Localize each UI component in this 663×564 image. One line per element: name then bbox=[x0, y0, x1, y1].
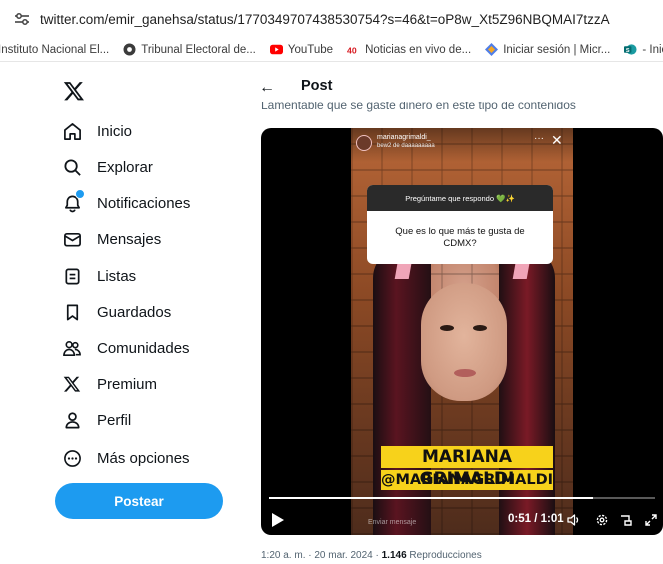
bookmark-label: YouTube bbox=[287, 43, 334, 56]
bookmark-tribunal[interactable]: Tribunal Electoral de... bbox=[123, 43, 256, 56]
nav-label: Inicio bbox=[97, 122, 133, 140]
settings-icon[interactable] bbox=[594, 512, 610, 528]
nav-perfil[interactable]: Perfil bbox=[62, 405, 131, 435]
question-sticker: Pregúntame que respondo 💚✨ Que es lo que… bbox=[367, 185, 553, 264]
bookmark-instituto[interactable]: Instituto Nacional El... bbox=[0, 44, 109, 56]
nav-label: Premium bbox=[97, 375, 158, 393]
sharepoint-icon: S bbox=[624, 43, 637, 56]
nav-mensajes[interactable]: Mensajes bbox=[62, 224, 161, 254]
hair-right bbox=[499, 248, 555, 535]
nav-label: Explorar bbox=[97, 158, 153, 176]
story-header: marianagrimaldi_ bew2 de daaaaaaaaa ··· … bbox=[351, 128, 573, 162]
play-icon[interactable] bbox=[271, 512, 285, 533]
nav-explorar[interactable]: Explorar bbox=[62, 152, 153, 182]
home-icon bbox=[62, 121, 82, 141]
bookmark-label: Iniciar sesión | Micr... bbox=[503, 43, 611, 56]
bookmark-label: - Inicio bbox=[642, 43, 663, 56]
nav-guardados[interactable]: Guardados bbox=[62, 297, 171, 327]
bookmark-sharepoint[interactable]: S - Inicio bbox=[624, 43, 663, 56]
communities-icon bbox=[62, 338, 82, 358]
left-nav: Inicio Explorar Notificaciones Mensajes … bbox=[0, 63, 245, 564]
nav-label: Guardados bbox=[97, 303, 172, 321]
back-arrow-icon[interactable]: ← bbox=[259, 79, 275, 97]
nav-label: Notificaciones bbox=[97, 194, 191, 212]
name-caption: MARIANA GRIMALDI @MARIANAGRIMALDI bbox=[381, 446, 553, 490]
post-meta: 1:20 a. m. · 20 mar. 2024 · 1.146 Reprod… bbox=[261, 550, 482, 561]
url-path: /emir_ganehsa/status/1770349707438530754… bbox=[104, 11, 610, 27]
x-logo-icon bbox=[62, 374, 82, 394]
nav-mas-opciones[interactable]: Más opciones bbox=[62, 443, 190, 473]
bookmark-noticias[interactable]: 40 Noticias en vivo de... bbox=[347, 43, 471, 56]
nav-inicio[interactable]: Inicio bbox=[62, 116, 132, 146]
video-progress-bar[interactable] bbox=[269, 497, 655, 499]
svg-text:S: S bbox=[626, 48, 630, 54]
post-button[interactable]: Postear bbox=[55, 483, 223, 519]
notification-badge bbox=[75, 189, 85, 199]
pip-icon[interactable] bbox=[618, 512, 634, 528]
bookmark-youtube[interactable]: YouTube bbox=[269, 43, 334, 56]
nav-label: Comunidades bbox=[97, 339, 190, 357]
video-player[interactable]: marianagrimaldi_ bew2 de daaaaaaaaa ··· … bbox=[261, 128, 663, 535]
views-label: Reproducciones bbox=[406, 550, 482, 561]
views-count: 1.146 bbox=[381, 550, 407, 561]
face bbox=[421, 283, 507, 401]
fullscreen-icon[interactable] bbox=[643, 512, 659, 528]
close-icon: ✕ bbox=[551, 132, 563, 148]
more-dots-icon: ··· bbox=[534, 133, 544, 144]
bookmarks-bar: Instituto Nacional El... Tribunal Electo… bbox=[0, 38, 663, 62]
search-icon bbox=[62, 157, 82, 177]
bookmark-label: Instituto Nacional El... bbox=[0, 43, 110, 56]
post-text: Lamentable que se gaste dinero en este t… bbox=[261, 102, 661, 114]
lips bbox=[454, 369, 476, 377]
nav-listas[interactable]: Listas bbox=[62, 261, 136, 291]
bell-icon bbox=[62, 189, 85, 213]
volume-icon[interactable] bbox=[566, 512, 582, 528]
hair-left bbox=[373, 248, 431, 535]
bookmark-microsoft[interactable]: Iniciar sesión | Micr... bbox=[485, 43, 610, 56]
person-icon bbox=[62, 410, 82, 430]
x-logo-icon[interactable] bbox=[63, 80, 85, 102]
noticias-icon: 40 bbox=[347, 43, 360, 56]
video-controls: 0:51 / 1:01 bbox=[261, 508, 663, 532]
list-icon bbox=[62, 266, 82, 286]
nav-premium[interactable]: Premium bbox=[62, 369, 157, 399]
name-line-2: @MARIANAGRIMALDI bbox=[381, 470, 554, 490]
url-text[interactable]: twitter.com/emir_ganehsa/status/17703497… bbox=[40, 12, 610, 27]
tribunal-icon bbox=[123, 43, 136, 56]
video-time: 0:51 / 1:01 bbox=[508, 513, 564, 525]
post-timestamp: 1:20 a. m. · 20 mar. 2024 · bbox=[261, 550, 382, 561]
nav-notificaciones[interactable]: Notificaciones bbox=[62, 188, 190, 218]
nav-label: Mensajes bbox=[97, 230, 162, 248]
ig-username: marianagrimaldi_ bbox=[377, 134, 431, 141]
nav-comunidades[interactable]: Comunidades bbox=[62, 333, 190, 363]
nav-label: Perfil bbox=[97, 411, 132, 429]
url-host: twitter.com bbox=[40, 11, 105, 27]
page-title: Post bbox=[301, 78, 333, 94]
eye-right bbox=[473, 325, 487, 331]
name-line-1: MARIANA GRIMALDI bbox=[381, 446, 553, 489]
microsoft-icon bbox=[485, 43, 499, 56]
address-bar[interactable]: twitter.com/emir_ganehsa/status/17703497… bbox=[0, 0, 663, 38]
more-circle-icon bbox=[62, 448, 82, 468]
mail-icon bbox=[62, 229, 82, 249]
question-header: Pregúntame que respondo 💚✨ bbox=[367, 185, 553, 211]
nav-label: Más opciones bbox=[97, 449, 190, 467]
nav-label: Listas bbox=[97, 267, 137, 285]
video-progress-fill bbox=[269, 497, 594, 499]
ig-subtitle: bew2 de daaaaaaaaa bbox=[377, 143, 435, 149]
bookmark-icon bbox=[62, 302, 82, 322]
ig-avatar bbox=[356, 135, 372, 151]
main-column: ← Post Lamentable que se gaste dinero en… bbox=[245, 63, 663, 564]
site-settings-icon[interactable] bbox=[12, 9, 32, 29]
youtube-icon bbox=[269, 43, 283, 56]
bookmark-label: Noticias en vivo de... bbox=[365, 43, 472, 56]
svg-text:40: 40 bbox=[347, 45, 357, 55]
question-text: Que es lo que más te gusta de CDMX? bbox=[395, 225, 525, 249]
video-frame: marianagrimaldi_ bew2 de daaaaaaaaa ··· … bbox=[351, 128, 573, 535]
bookmark-label: Tribunal Electoral de... bbox=[141, 43, 256, 56]
eye-left bbox=[440, 325, 454, 331]
post-text-content: Lamentable que se gaste dinero en este t… bbox=[261, 102, 576, 112]
